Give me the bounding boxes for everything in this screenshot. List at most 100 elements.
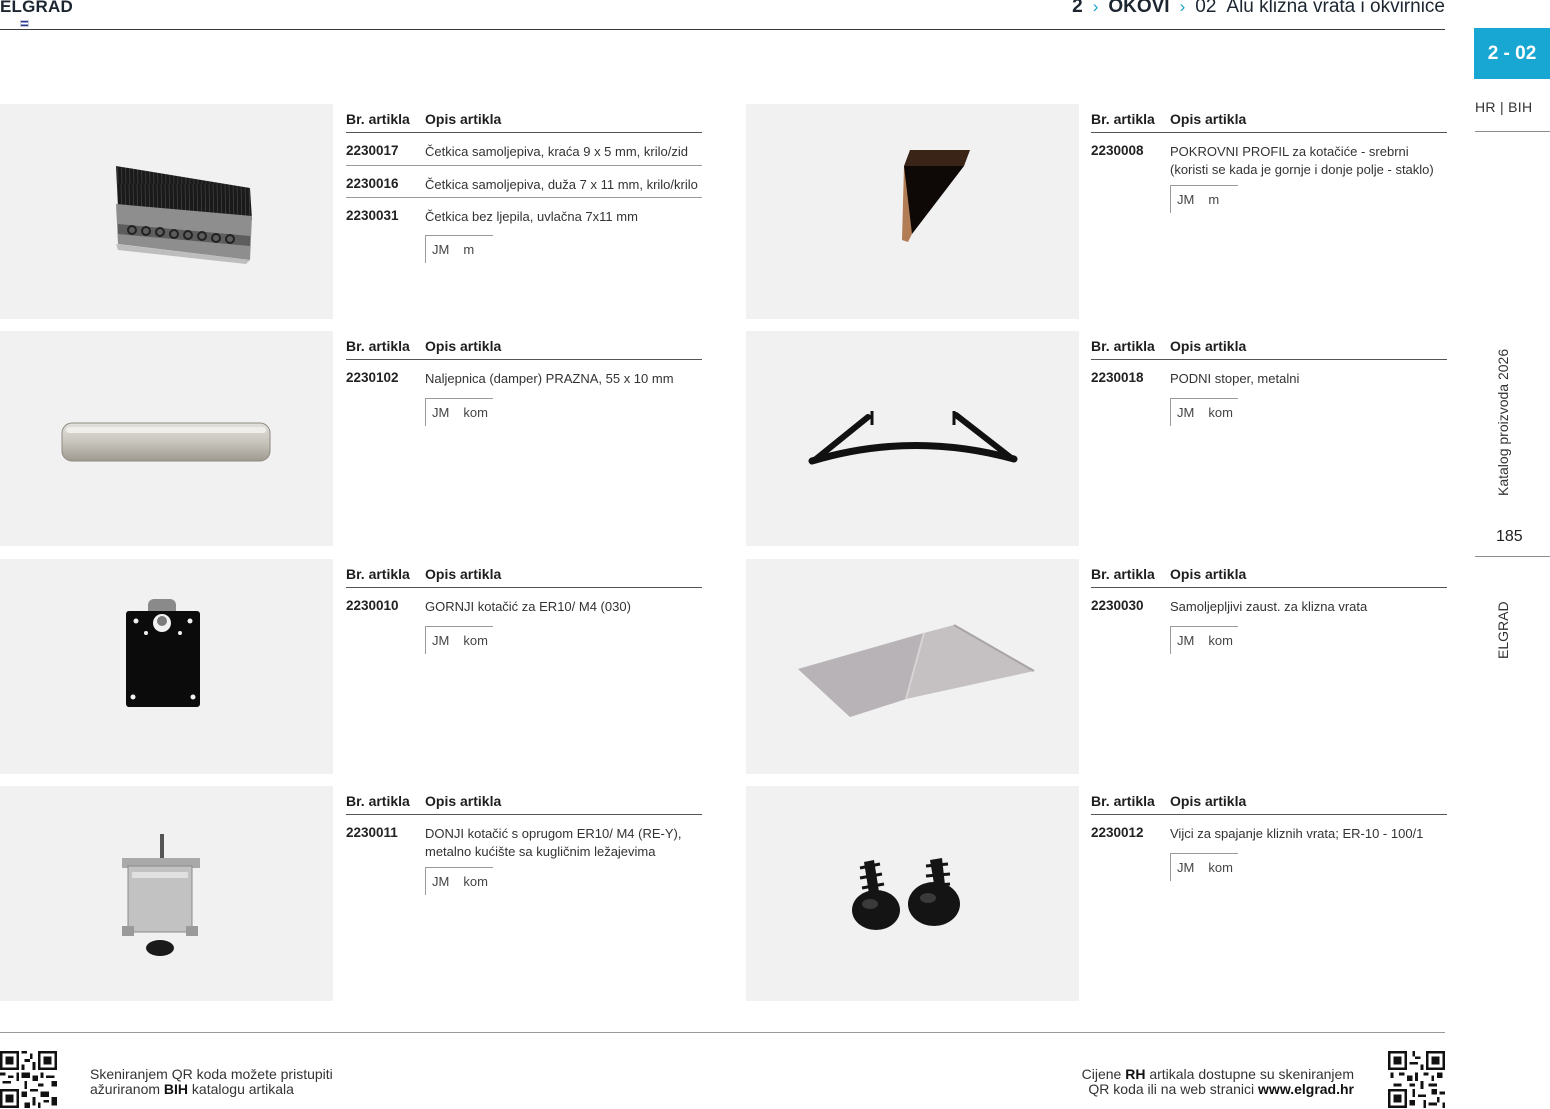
- chevron-right-icon: ›: [1179, 0, 1186, 16]
- unit-label: JM: [1177, 405, 1195, 420]
- footer-left-text: Skeniranjem QR koda možete pristupiti až…: [90, 1067, 333, 1097]
- item-description: POKROVNI PROFIL za kotačiće - srebrni (k…: [1170, 144, 1434, 177]
- table-header: Br. artikla Opis artikla: [1091, 787, 1447, 815]
- item-code: 2230017: [346, 143, 399, 158]
- column-description-header: Opis artikla: [1170, 110, 1247, 127]
- section-badge: 2 - 02: [1474, 28, 1550, 79]
- table-header: Br. artikla Opis artikla: [346, 332, 702, 360]
- page-number: 185: [1496, 528, 1523, 545]
- product-info-4: Br. artikla Opis artikla 2230018 PODNI s…: [1091, 332, 1447, 426]
- text-run: QR koda ili na web stranici: [1088, 1081, 1259, 1097]
- unit-value: kom: [463, 633, 488, 648]
- item-description: Samoljepljivi zaust. za klizna vrata: [1170, 599, 1368, 614]
- product-info-2: Br. artikla Opis artikla 2230008 POKROVN…: [1091, 105, 1447, 213]
- unit-label: JM: [432, 405, 450, 420]
- language-label: HR | BIH: [1475, 99, 1533, 115]
- item-code: 2230031: [346, 208, 399, 223]
- table-header: Br. artikla Opis artikla: [1091, 332, 1447, 360]
- website-link[interactable]: www.elgrad.hr: [1258, 1081, 1354, 1097]
- product-info-1: Br. artikla Opis artikla 2230017 Četkica…: [346, 105, 702, 263]
- product-image-brush-seal: [0, 104, 333, 319]
- unit-box: JM m: [425, 235, 493, 263]
- product-image-damper-sticker: [0, 331, 333, 546]
- table-row: 2230102 Naljepnica (damper) PRAZNA, 55 x…: [346, 360, 702, 392]
- table-row: 2230016 Četkica samoljepiva, duža 7 x 11…: [346, 165, 702, 197]
- table-header: Br. artikla Opis artikla: [1091, 105, 1447, 133]
- unit-box: JM kom: [1170, 626, 1238, 654]
- product-image-screws: [746, 786, 1079, 1001]
- item-code: 2230102: [346, 370, 399, 385]
- product-image-top-roller: [0, 559, 333, 774]
- breadcrumb-category: OKOVI: [1108, 0, 1170, 17]
- breadcrumb-section-title: Alu klizna vrata i okvirnice: [1226, 0, 1445, 17]
- item-code: 2230010: [346, 598, 399, 613]
- column-description-header: Opis artikla: [1170, 565, 1247, 582]
- product-image-floor-stopper: [746, 331, 1079, 546]
- table-row: 2230018 PODNI stoper, metalni: [1091, 360, 1447, 392]
- column-code-header: Br. artikla: [1091, 792, 1155, 809]
- footer-right-line-1: Cijene RH artikala dostupne su skeniranj…: [1082, 1067, 1354, 1082]
- table-row: 2230012 Vijci za spajanje kliznih vrata;…: [1091, 815, 1447, 847]
- unit-value: m: [1208, 192, 1220, 207]
- unit-value: m: [463, 242, 475, 257]
- brand-logo: ELGRAD: [0, 0, 73, 16]
- item-description: Vijci za spajanje kliznih vrata; ER-10 -…: [1170, 826, 1424, 841]
- table-row: 2230010 GORNJI kotačić za ER10/ M4 (030): [346, 588, 702, 620]
- item-code: 2230016: [346, 176, 399, 191]
- column-description-header: Opis artikla: [425, 792, 502, 809]
- product-info-6: Br. artikla Opis artikla 2230030 Samolje…: [1091, 560, 1447, 654]
- table-header: Br. artikla Opis artikla: [346, 105, 702, 133]
- column-code-header: Br. artikla: [346, 337, 410, 354]
- breadcrumb: 2 › OKOVI › 02 Alu klizna vrata i okvirn…: [1072, 0, 1445, 18]
- header-divider: [0, 29, 1445, 30]
- item-description: Četkica bez ljepila, uvlačna 7x11 mm: [425, 209, 638, 224]
- chevron-right-icon: ›: [1092, 0, 1099, 16]
- unit-label: JM: [432, 874, 450, 889]
- footer-left-line-1: Skeniranjem QR koda možete pristupiti: [90, 1066, 333, 1082]
- item-description: GORNJI kotačić za ER10/ M4 (030): [425, 599, 631, 614]
- column-code-header: Br. artikla: [346, 792, 410, 809]
- table-row: 2230030 Samoljepljivi zaust. za klizna v…: [1091, 588, 1447, 620]
- table-header: Br. artikla Opis artikla: [346, 560, 702, 588]
- item-description: DONJI kotačić s oprugom ER10/ M4 (RE-Y),…: [425, 826, 682, 859]
- catalog-label: Katalog proizvoda 2026: [1495, 348, 1511, 496]
- unit-label: JM: [432, 242, 450, 257]
- item-code: 2230012: [1091, 825, 1144, 840]
- qr-code-bih-icon[interactable]: [0, 1051, 57, 1108]
- column-code-header: Br. artikla: [1091, 110, 1155, 127]
- unit-value: kom: [463, 874, 488, 889]
- unit-box: JM kom: [425, 626, 493, 654]
- footer-right-line-2: QR koda ili na web stranici www.elgrad.h…: [1082, 1082, 1354, 1097]
- table-row: 2230031 Četkica bez ljepila, uvlačna 7x1…: [346, 197, 702, 229]
- item-description: Četkica samoljepiva, kraća 9 x 5 mm, kri…: [425, 144, 688, 159]
- unit-label: JM: [1177, 860, 1195, 875]
- table-row: 2230008 POKROVNI PROFIL za kotačiće - sr…: [1091, 133, 1447, 179]
- unit-value: kom: [1208, 860, 1233, 875]
- unit-box: JM kom: [425, 867, 493, 895]
- text-run: artikala dostupne su skeniranjem: [1145, 1066, 1354, 1082]
- text-run: Cijene: [1081, 1066, 1126, 1082]
- column-description-header: Opis artikla: [1170, 792, 1247, 809]
- unit-box: JM kom: [1170, 398, 1238, 426]
- column-description-header: Opis artikla: [425, 337, 502, 354]
- item-description: PODNI stoper, metalni: [1170, 371, 1300, 386]
- column-description-header: Opis artikla: [425, 565, 502, 582]
- text-run-bold: BIH: [163, 1081, 189, 1097]
- table-row: 2230017 Četkica samoljepiva, kraća 9 x 5…: [346, 133, 702, 165]
- item-code: 2230030: [1091, 598, 1144, 613]
- product-info-7: Br. artikla Opis artikla 2230011 DONJI k…: [346, 787, 702, 895]
- item-code: 2230018: [1091, 370, 1144, 385]
- unit-value: kom: [1208, 405, 1233, 420]
- column-description-header: Opis artikla: [1170, 337, 1247, 354]
- rail-divider: [1475, 131, 1550, 132]
- text-run: ažuriranom: [90, 1081, 164, 1097]
- product-info-5: Br. artikla Opis artikla 2230010 GORNJI …: [346, 560, 702, 654]
- unit-box: JM m: [1170, 185, 1238, 213]
- qr-code-rh-icon[interactable]: [1388, 1051, 1445, 1108]
- table-header: Br. artikla Opis artikla: [1091, 560, 1447, 588]
- footer-right-text: Cijene RH artikala dostupne su skeniranj…: [1082, 1067, 1354, 1097]
- footer-left-line-2: ažuriranom BIH katalogu artikala: [90, 1082, 333, 1097]
- unit-box: JM kom: [1170, 853, 1238, 881]
- product-image-bottom-roller: [0, 786, 333, 1001]
- column-code-header: Br. artikla: [346, 110, 410, 127]
